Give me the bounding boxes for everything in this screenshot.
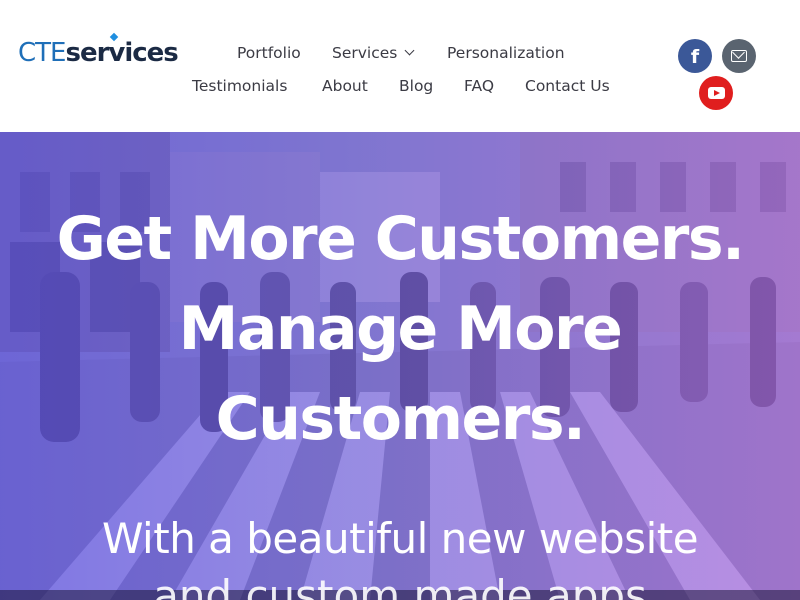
hero-section: Get More Customers. Manage More Customer… [0, 132, 800, 600]
hero-headline-line-3: Customers. [215, 384, 586, 454]
email-link[interactable] [722, 39, 756, 73]
nav-item-blog[interactable]: Blog [399, 76, 433, 96]
nav-item-testimonials[interactable]: Testimonials [192, 76, 287, 96]
facebook-link[interactable]: f [678, 39, 712, 73]
nav-item-services[interactable]: Services [332, 43, 397, 63]
nav-item-personalization[interactable]: Personalization [447, 43, 565, 63]
nav-item-faq[interactable]: FAQ [464, 76, 494, 96]
nav-item-about[interactable]: About [322, 76, 368, 96]
youtube-link[interactable] [699, 76, 733, 110]
hero-subheadline: With a beautiful new website [101, 514, 699, 563]
nav-item-contact-us[interactable]: Contact Us [525, 76, 610, 96]
site-header: CTE services Portfolio Services Personal… [0, 0, 800, 132]
hero-subheadline-continued: and custom made apps [153, 572, 647, 600]
hero-headline: Get More Customers. Manage More Customer… [0, 194, 800, 464]
youtube-icon [707, 87, 725, 99]
nav-item-portfolio[interactable]: Portfolio [237, 43, 301, 63]
main-nav: Portfolio Services Personalization Testi… [0, 0, 800, 132]
facebook-icon: f [690, 46, 700, 68]
hero-headline-line-2: Manage More [178, 294, 623, 364]
chevron-down-icon[interactable] [404, 45, 415, 56]
hero-headline-line-1: Get More Customers. [56, 204, 745, 274]
mail-icon [731, 50, 747, 62]
